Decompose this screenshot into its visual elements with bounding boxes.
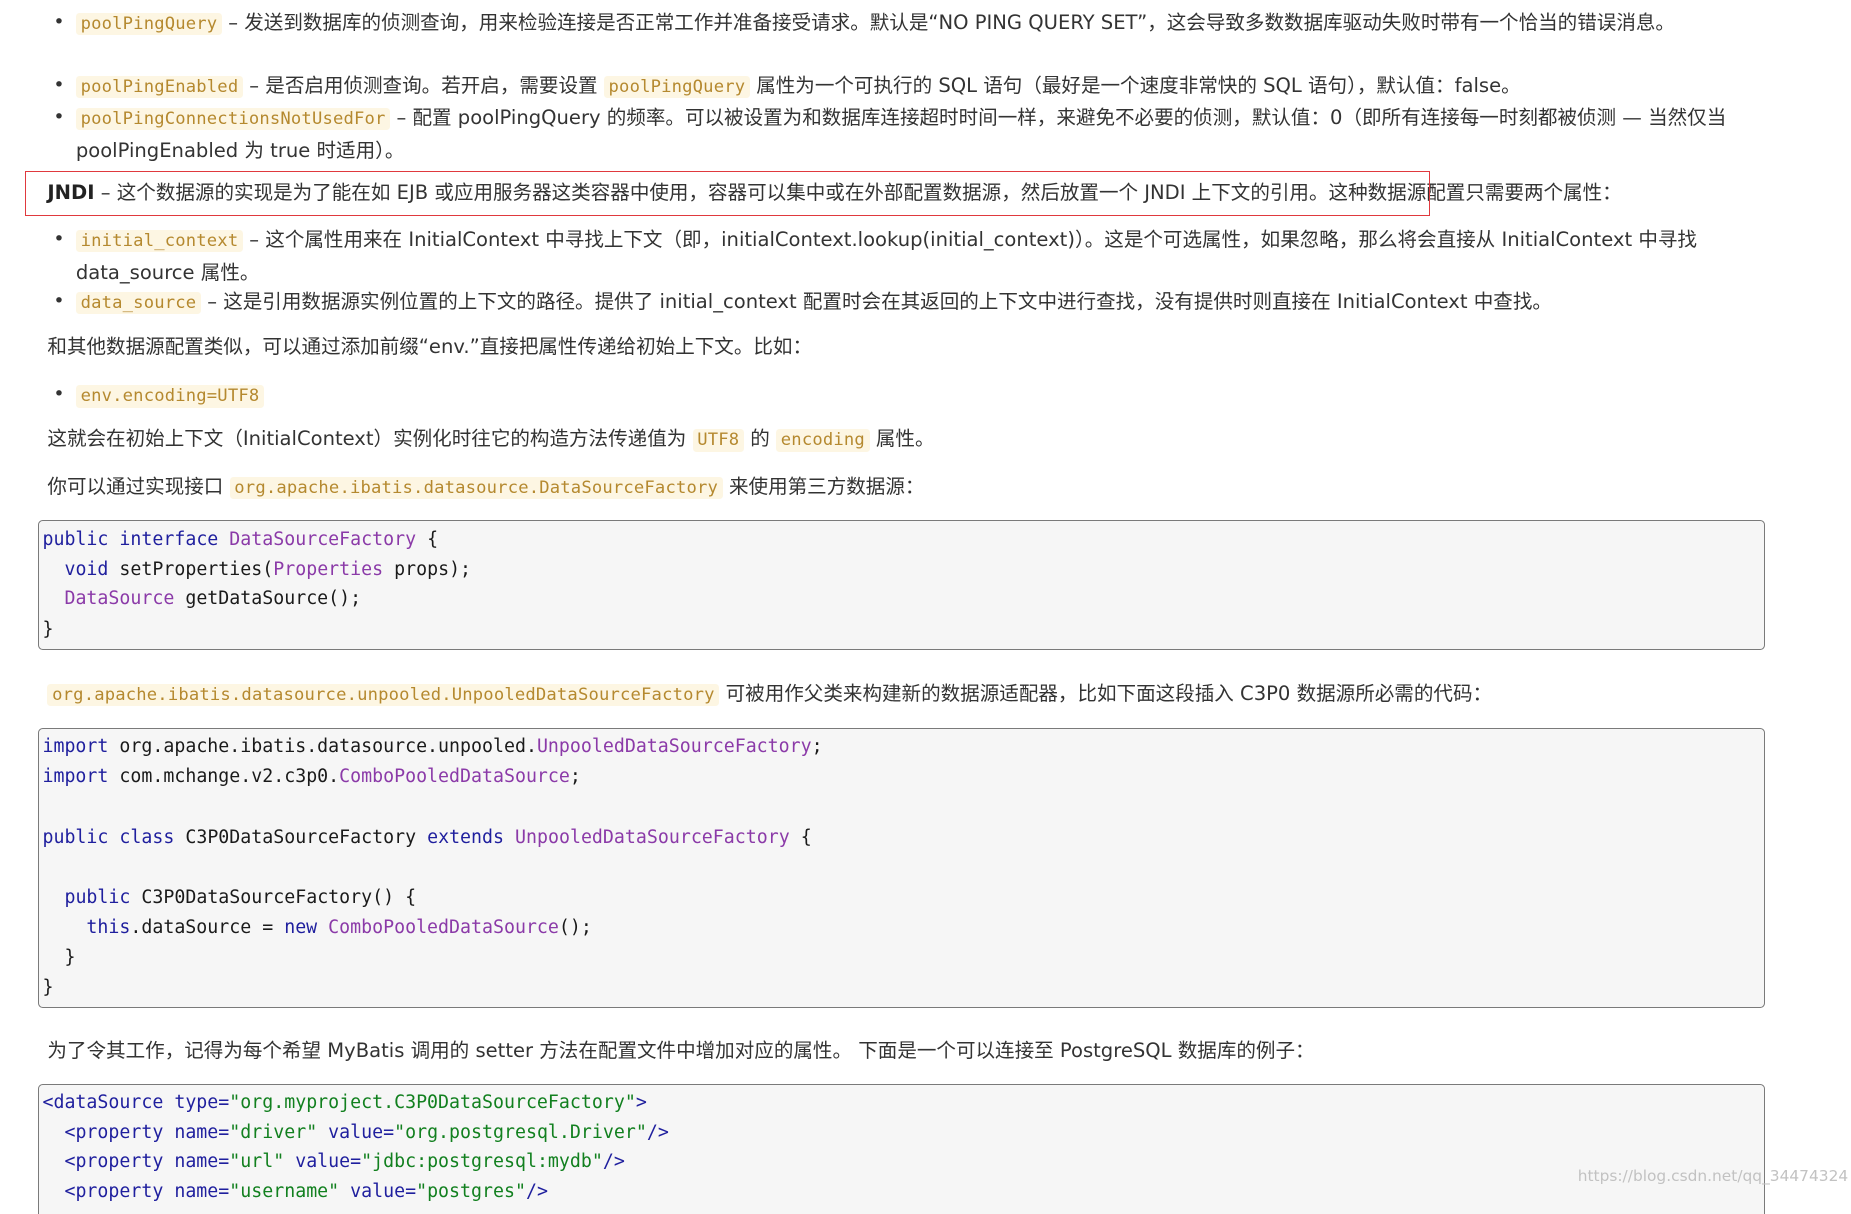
bullet-dot: • bbox=[53, 228, 65, 251]
code-line: public class C3P0DataSourceFactory exten… bbox=[42, 826, 812, 848]
code-line: void setProperties(Properties props); bbox=[64, 558, 472, 580]
list-item-text: – 这个属性用来在 InitialContext 中寻找上下文（即，initia… bbox=[75, 228, 1697, 285]
bullet-dot: • bbox=[53, 11, 65, 34]
code-block-c3p0: import org.apache.ibatis.datasource.unpo… bbox=[37, 727, 1766, 1008]
paragraph-text: 来使用第三方数据源： bbox=[722, 474, 925, 498]
code-line: import com.mchange.v2.c3p0.ComboPooledDa… bbox=[42, 766, 581, 788]
code-block-xml: <dataSource type="org.myproject.C3P0Data… bbox=[37, 1083, 1766, 1214]
code-line: DataSource getDataSource(); bbox=[64, 588, 362, 610]
unpooled-paragraph: org.apache.ibatis.datasource.unpooled.Un… bbox=[47, 679, 1754, 711]
inline-code: encoding bbox=[776, 429, 870, 452]
inline-code: poolPingEnabled bbox=[75, 75, 244, 99]
inline-code: data_source bbox=[75, 291, 202, 314]
utf8-paragraph: 这就会在初始上下文（InitialContext）实例化时往它的构造方法传递值为… bbox=[47, 424, 1754, 456]
bullet-dot: • bbox=[53, 73, 65, 96]
bullet-dot: • bbox=[53, 383, 65, 406]
code-line: <property name="driver" value="org.postg… bbox=[64, 1121, 669, 1143]
paragraph-text: 你可以通过实现接口 bbox=[47, 474, 230, 498]
inline-code: env.encoding=UTF8 bbox=[75, 385, 265, 408]
inline-code: poolPingQuery bbox=[603, 75, 750, 99]
paragraph-text: 属性。 bbox=[869, 427, 935, 451]
inline-code: org.apache.ibatis.datasource.unpooled.Un… bbox=[47, 684, 720, 707]
code-block-datasourcefactory: public interface DataSourceFactory { voi… bbox=[37, 520, 1766, 650]
inline-code: UTF8 bbox=[692, 429, 745, 452]
code-line: } bbox=[42, 977, 54, 999]
postgres-paragraph: 为了令其工作，记得为每个希望 MyBatis 调用的 setter 方法在配置文… bbox=[47, 1039, 1315, 1063]
highlight-box bbox=[24, 170, 1430, 216]
code-line: <property name="url" value="jdbc:postgre… bbox=[64, 1151, 625, 1173]
inline-code: poolPingConnectionsNotUsedFor bbox=[75, 107, 391, 131]
list-item-text: – 这是引用数据源实例位置的上下文的路径。提供了 initial_context… bbox=[201, 289, 1552, 313]
code-line: this.dataSource = new ComboPooledDataSou… bbox=[86, 916, 592, 938]
document-page: • poolPingQuery – 发送到数据库的侦测查询，用来检验连接是否正常… bbox=[0, 0, 1851, 1214]
code-line: public interface DataSourceFactory { bbox=[42, 528, 439, 550]
code-line: } bbox=[64, 947, 76, 969]
bullet-dot: • bbox=[53, 105, 65, 128]
inline-code: initial_context bbox=[75, 229, 244, 253]
list-item-text: – 发送到数据库的侦测查询，用来检验连接是否正常工作并准备接受请求。默认是“NO… bbox=[222, 11, 1675, 35]
bullet-dot: • bbox=[53, 289, 65, 312]
paragraph-text: 可被用作父类来构建新的数据源适配器，比如下面这段插入 C3P0 数据源所必需的代… bbox=[719, 682, 1493, 706]
code-line: import org.apache.ibatis.datasource.unpo… bbox=[42, 736, 823, 758]
inline-code: poolPingQuery bbox=[75, 12, 223, 36]
inline-code: org.apache.ibatis.datasource.DataSourceF… bbox=[229, 476, 723, 499]
code-line: public C3P0DataSourceFactory() { bbox=[64, 887, 417, 908]
factory-paragraph: 你可以通过实现接口 org.apache.ibatis.datasource.D… bbox=[47, 472, 1754, 504]
code-line: } bbox=[42, 619, 54, 641]
paragraph-text: 这就会在初始上下文（InitialContext）实例化时往它的构造方法传递值为 bbox=[47, 427, 693, 451]
watermark: https://blog.csdn.net/qq_34474324 bbox=[1577, 1166, 1849, 1185]
list-item-text: 属性为一个可执行的 SQL 语句（最好是一个速度非常快的 SQL 语句），默认值… bbox=[749, 73, 1521, 97]
list-item-text: – 是否启用侦测查询。若开启，需要设置 bbox=[243, 73, 604, 97]
code-line: <dataSource type="org.myproject.C3P0Data… bbox=[42, 1092, 647, 1114]
paragraph-text: 的 bbox=[744, 427, 777, 451]
env-paragraph: 和其他数据源配置类似，可以通过添加前缀“env.”直接把属性传递给初始上下文。比… bbox=[47, 334, 813, 358]
